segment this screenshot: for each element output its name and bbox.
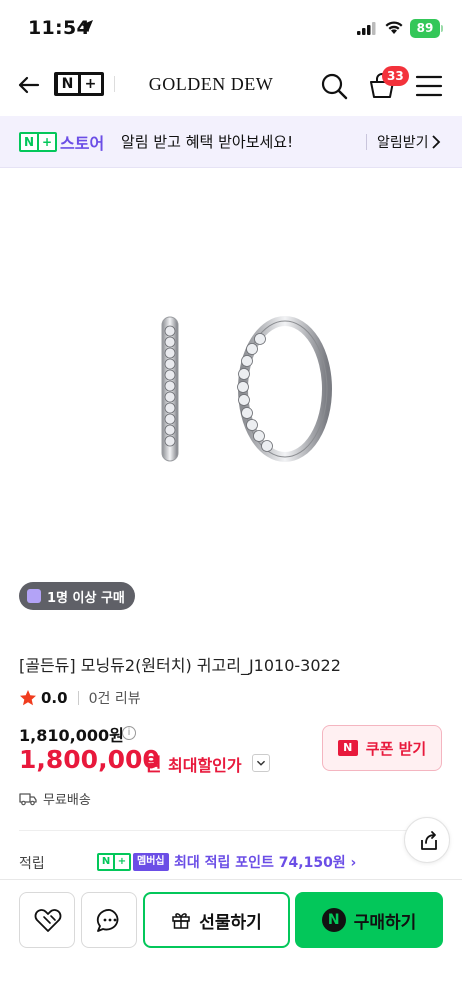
hoop-earrings-image [161, 316, 332, 462]
notification-banner[interactable]: N + 스토어 알림 받고 혜택 받아보세요! 알림받기 [0, 116, 462, 168]
purchase-count-text: 1명 이상 구매 [47, 590, 125, 606]
back-arrow-icon[interactable] [14, 70, 44, 100]
info-icon[interactable]: i [122, 726, 136, 740]
hamburger-menu-icon[interactable] [414, 72, 444, 100]
section-divider [19, 830, 443, 831]
coupon-button-label: 쿠폰 받기 [365, 739, 427, 758]
share-button[interactable] [404, 817, 450, 863]
banner-divider [366, 134, 367, 150]
share-icon [421, 831, 437, 850]
shipping-info: 무료배송 [19, 789, 91, 808]
banner-message: 알림 받고 혜택 받아보세요! [121, 133, 294, 151]
top-navigation: N + GOLDEN DEW 33 [0, 58, 462, 112]
naver-plus-badge: N + [19, 132, 57, 152]
badge-n: N [21, 134, 37, 150]
product-image[interactable] [0, 169, 462, 629]
gift-icon [172, 913, 190, 929]
sale-price: 1,800,000 [19, 745, 160, 774]
coupon-button[interactable]: N 쿠폰 받기 [322, 725, 442, 771]
talk-button[interactable] [81, 892, 137, 948]
sale-price-currency: 원 [145, 755, 162, 776]
buy-button[interactable]: N 구매하기 [295, 892, 443, 948]
store-brand-name[interactable]: GOLDEN DEW [126, 74, 296, 95]
wifi-icon [385, 21, 403, 34]
logo-plus: + [80, 75, 101, 93]
store-label: 스토어 [60, 134, 105, 153]
points-label: 적립 [19, 856, 45, 872]
shopping-bag-icon [27, 589, 41, 603]
mini-badge-n: N [99, 855, 113, 869]
heart-icon [34, 909, 62, 932]
gift-button-label: 선물하기 [199, 912, 262, 933]
coupon-n-icon: N [337, 740, 358, 756]
search-icon[interactable] [318, 70, 350, 102]
star-icon [20, 690, 36, 706]
battery-indicator: 89 [410, 19, 440, 38]
like-button[interactable] [19, 892, 75, 948]
membership-label: 멤버십 [133, 853, 169, 871]
buy-button-label: 구매하기 [353, 912, 417, 933]
rating-divider [77, 691, 79, 705]
naver-pay-icon: N [321, 908, 346, 932]
location-arrow-icon [81, 20, 93, 32]
cart-count-badge: 33 [382, 66, 409, 86]
original-price: 1,810,000원 [19, 726, 124, 745]
logo-n: N [57, 75, 78, 93]
max-discount-label: 최대할인가 [168, 756, 242, 775]
purchase-count-chip: 1명 이상 구매 [19, 582, 135, 610]
rating-score: 0.0 [41, 689, 68, 707]
battery-tip [441, 25, 443, 32]
status-bar: 11:54 89 [0, 0, 462, 58]
membership-badge: N + 멤버십 [97, 853, 169, 871]
cellular-signal-icon [357, 22, 376, 35]
shipping-text: 무료배송 [43, 793, 91, 808]
chevron-right-icon [432, 135, 441, 149]
notification-subscribe-link[interactable]: 알림받기 [377, 132, 429, 152]
header-divider [114, 76, 115, 92]
naver-plus-logo[interactable]: N + [54, 72, 104, 96]
gift-button[interactable]: 선물하기 [143, 892, 290, 948]
review-count[interactable]: 0건 리뷰 [89, 688, 141, 708]
bottom-action-bar: 선물하기 N 구매하기 [0, 879, 462, 1000]
badge-plus: + [39, 134, 55, 150]
product-title: [골든듀] 모닝듀2(원터치) 귀고리_J1010-3022 [19, 656, 341, 675]
max-points-link[interactable]: 최대 적립 포인트 74,150원 › [174, 852, 356, 872]
naver-plus-mini-badge: N + [97, 853, 131, 871]
product-rating[interactable]: 0.0 0건 리뷰 [19, 688, 141, 708]
chevron-down-icon[interactable] [252, 754, 270, 772]
delivery-truck-icon [19, 792, 37, 805]
mini-badge-plus: + [115, 855, 129, 869]
chat-bubble-icon [96, 909, 119, 932]
